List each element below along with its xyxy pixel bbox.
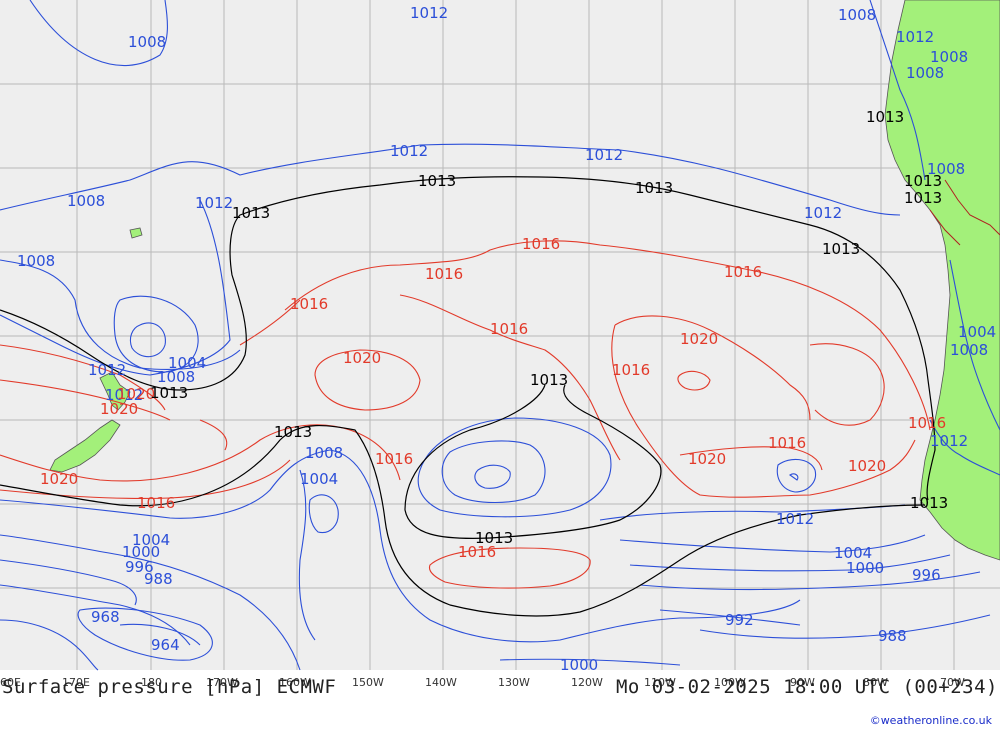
lon-tick: 140W	[425, 676, 457, 689]
pressure-map: 60E 170E 180 170W 160W 150W 140W 130W 12…	[0, 0, 1000, 689]
isobar-label: 1013	[150, 384, 188, 402]
isobar-label: 1012	[390, 142, 428, 160]
isobar-label: 1020	[680, 330, 718, 348]
isobar-label: 1020	[848, 457, 886, 475]
isobar-label: 1012	[896, 28, 934, 46]
isobar-label: 1008	[930, 48, 968, 66]
isobar-label: 988	[878, 627, 907, 645]
lon-tick: 130W	[498, 676, 530, 689]
isobar-label: 1008	[838, 6, 876, 24]
isobar-label: 1013	[904, 172, 942, 190]
isobar-label: 1013	[418, 172, 456, 190]
map-datetime: Mo 03-02-2025 18:00 UTC (00+234)	[615, 676, 998, 698]
isobar-label: 1008	[67, 192, 105, 210]
isobar-label: 1013	[274, 423, 312, 441]
isobar-label: 996	[912, 566, 941, 584]
isobar-label: 1012	[410, 4, 448, 22]
isobar-label: 1016	[490, 320, 528, 338]
isobar-label: 1008	[950, 341, 988, 359]
isobar-label: 1016	[768, 434, 806, 452]
isobar-label: 988	[144, 570, 173, 588]
isobar-label: 1016	[724, 263, 762, 281]
isobar-label: 992	[725, 611, 754, 629]
isobar-label: 1004	[958, 323, 996, 341]
isobar-label: 1013	[822, 240, 860, 258]
isobar-label: 1020	[40, 470, 78, 488]
isobar-label: 1008	[906, 64, 944, 82]
isobar-label: 1000	[846, 559, 884, 577]
isobar-label: 1016	[425, 265, 463, 283]
isobar-label: 964	[151, 636, 180, 654]
isobar-label: 1012	[930, 432, 968, 450]
isobar-label: 1016	[290, 295, 328, 313]
map-title: Surface pressure [hPa] ECMWF	[2, 676, 337, 698]
isobar-label: 1012	[585, 146, 623, 164]
isobar-label: 1013	[232, 204, 270, 222]
isobar-label: 1020	[343, 349, 381, 367]
isobar-label: 1020	[688, 450, 726, 468]
isobar-label: 1004	[300, 470, 338, 488]
isobar-label: 1008	[128, 33, 166, 51]
isobar-label: 1016	[137, 494, 175, 512]
isobar-label: 968	[91, 608, 120, 626]
isobar-label: 1008	[17, 252, 55, 270]
isobar-label: 1013	[530, 371, 568, 389]
isobar-label: 1012	[776, 510, 814, 528]
isobar-label: 1012	[804, 204, 842, 222]
isobar-label: 1012	[195, 194, 233, 212]
isobar-label: 1012	[88, 361, 126, 379]
isobar-label: 1016	[908, 414, 946, 432]
isobar-label: 1016	[612, 361, 650, 379]
isobar-label: 1013	[866, 108, 904, 126]
isobar-label: 1013	[904, 189, 942, 207]
lon-tick: 120W	[571, 676, 603, 689]
isobar-label: 1008	[305, 444, 343, 462]
lon-tick: 150W	[352, 676, 384, 689]
isobar-label: 1000	[560, 656, 598, 674]
isobar-label: 1016	[522, 235, 560, 253]
credit-link[interactable]: ©weatheronline.co.uk	[870, 714, 992, 727]
isobar-label: 1013	[910, 494, 948, 512]
isobar-label: 1013	[635, 179, 673, 197]
isobar-label: 1013	[475, 529, 513, 547]
isobar-label: 1016	[375, 450, 413, 468]
